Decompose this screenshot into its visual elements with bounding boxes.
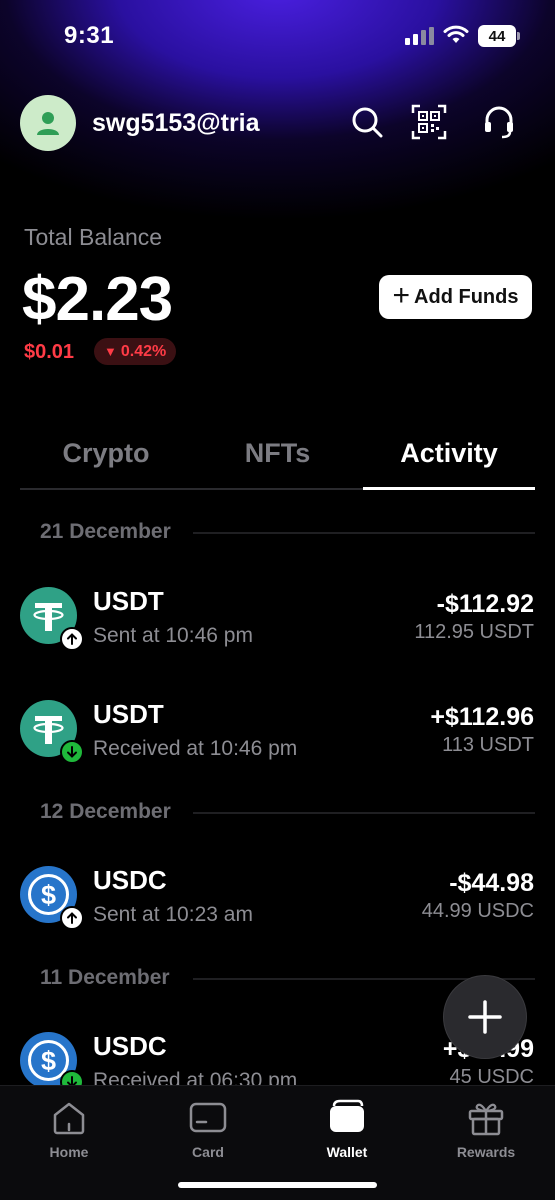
received-arrow-icon: [60, 740, 84, 764]
nav-home-label: Home: [49, 1144, 89, 1160]
sent-arrow-icon: [60, 906, 84, 930]
nav-card-label: Card: [192, 1144, 224, 1160]
tab-crypto[interactable]: Crypto: [20, 438, 192, 469]
tx-subtitle: Received at 10:46 pm: [93, 737, 298, 760]
search-icon[interactable]: [349, 104, 385, 140]
tx-amount: +$112.96: [430, 703, 534, 731]
cell-signal-icon: [405, 27, 435, 45]
tx-amount: -$112.92: [436, 590, 534, 618]
avatar[interactable]: [20, 95, 76, 151]
tab-activity[interactable]: Activity: [363, 438, 535, 469]
wallet-icon: [330, 1099, 364, 1132]
gift-icon: [468, 1103, 504, 1136]
plus-icon: +: [392, 278, 411, 312]
date-header: 11 December: [40, 966, 170, 989]
tx-subtitle: Sent at 10:46 pm: [93, 624, 253, 647]
tx-subtitle: Sent at 10:23 am: [93, 903, 253, 926]
svg-text:$: $: [41, 880, 56, 910]
down-triangle-icon: ▼: [104, 344, 117, 359]
total-balance-value: $2.23: [22, 265, 173, 334]
date-divider: [193, 532, 535, 534]
plus-icon: [468, 1000, 502, 1034]
date-header: 12 December: [40, 800, 171, 823]
tx-token: USDC: [93, 865, 167, 895]
active-tab-indicator: [363, 487, 535, 490]
support-headset-icon[interactable]: [481, 104, 517, 140]
tx-quantity: 44.99 USDC: [421, 900, 534, 922]
user-icon: [37, 112, 59, 135]
tx-token: USDC: [93, 1031, 167, 1061]
nav-rewards-label: Rewards: [456, 1144, 516, 1160]
nav-wallet-label: Wallet: [326, 1144, 368, 1160]
home-indicator: [178, 1182, 377, 1188]
tab-nfts[interactable]: NFTs: [192, 438, 363, 469]
add-fab-button[interactable]: [444, 976, 526, 1058]
tx-quantity: 112.95 USDT: [414, 621, 534, 643]
total-balance-label: Total Balance: [24, 224, 163, 250]
tx-amount: -$44.98: [449, 869, 534, 897]
balance-change-percent: 0.42%: [120, 342, 167, 360]
tx-token: USDT: [93, 586, 164, 616]
battery-indicator: 44: [478, 25, 520, 47]
balance-change: $0.01: [24, 341, 75, 363]
home-icon: [53, 1102, 85, 1135]
nav-card[interactable]: Card: [163, 1098, 253, 1160]
add-funds-button[interactable]: + Add Funds: [379, 275, 532, 319]
tx-token: USDT: [93, 699, 164, 729]
nav-home[interactable]: Home: [24, 1098, 114, 1160]
balance-change-badge: ▼ 0.42%: [94, 338, 177, 365]
nav-rewards[interactable]: Rewards: [441, 1098, 531, 1160]
tx-quantity: 113 USDT: [442, 734, 534, 756]
add-funds-label: Add Funds: [414, 285, 519, 308]
date-divider: [193, 812, 535, 814]
svg-text:$: $: [41, 1046, 56, 1076]
username[interactable]: swg5153@tria: [92, 109, 260, 138]
card-icon: [189, 1102, 227, 1133]
wifi-icon: [443, 25, 469, 43]
qr-code-icon[interactable]: [411, 104, 447, 140]
status-time: 9:31: [64, 22, 115, 49]
date-header: 21 December: [40, 520, 171, 543]
nav-wallet[interactable]: Wallet: [302, 1098, 392, 1160]
sent-arrow-icon: [60, 627, 84, 651]
